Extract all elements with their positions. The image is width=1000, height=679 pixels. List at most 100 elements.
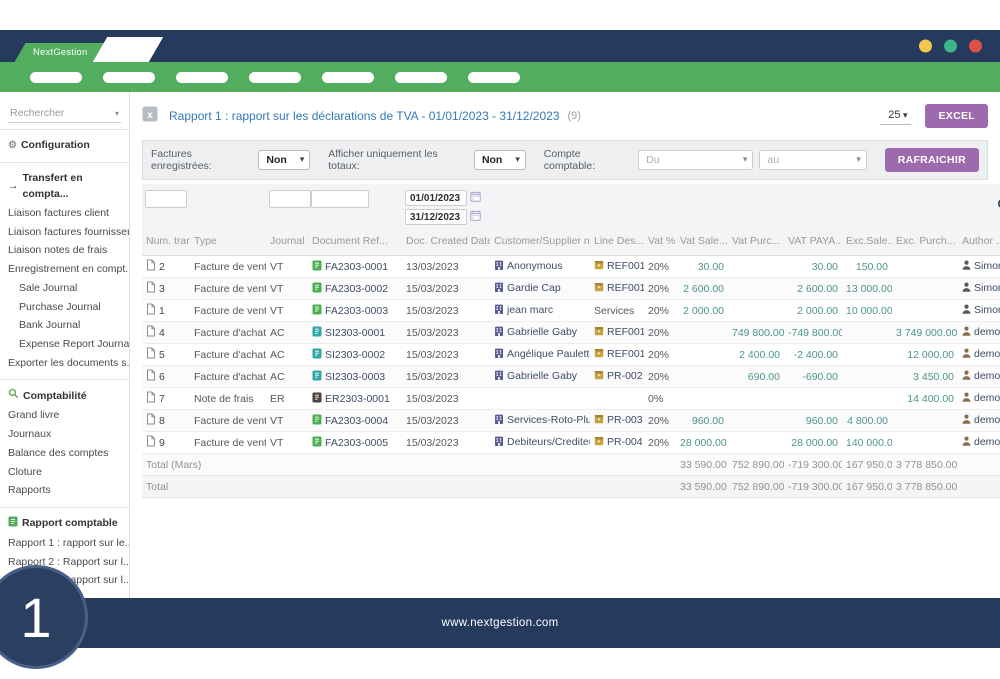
sidebar-item[interactable]: Liaison factures client: [0, 204, 129, 223]
column-header-exc_sale[interactable]: Exc.Sale...: [842, 231, 892, 256]
sidebar-item[interactable]: Journaux: [0, 426, 129, 445]
user-icon: [962, 348, 971, 361]
document-icon: [146, 325, 156, 340]
nav-menu-pill[interactable]: [176, 72, 228, 83]
sidebar-section-header[interactable]: →Transfert en compta...: [0, 169, 129, 205]
cell-customer[interactable]: Anonymous: [490, 256, 590, 278]
column-header-exc_purch[interactable]: Exc. Purch...: [892, 231, 958, 256]
cell-vat_pct: 20%: [644, 432, 676, 454]
cell-num: 8: [142, 410, 190, 432]
sidebar-item[interactable]: Cloture: [0, 463, 129, 482]
column-header-type[interactable]: Type: [190, 231, 266, 256]
account-to-combobox[interactable]: au: [759, 150, 866, 170]
cell-vat_pct: 20%: [644, 300, 676, 322]
date-from-input[interactable]: 01/01/2023: [405, 190, 487, 206]
sidebar-item[interactable]: Rapports: [0, 482, 129, 501]
cell-customer[interactable]: Services-Roto-Plus: [490, 410, 590, 432]
sidebar-item[interactable]: Expense Report Journal: [0, 336, 129, 355]
doc-file-icon: [312, 414, 322, 428]
calendar-icon[interactable]: [470, 210, 481, 224]
nav-menu-pill[interactable]: [103, 72, 155, 83]
journal-filter-input[interactable]: [269, 190, 311, 208]
sidebar-item[interactable]: Exporter les documents s...: [0, 354, 129, 373]
cell-journal: ER: [266, 388, 308, 410]
sidebar-item[interactable]: Liaison notes de frais: [0, 242, 129, 261]
cell-doc_ref[interactable]: FA2303-0003: [308, 300, 402, 322]
sidebar-item[interactable]: Balance des comptes: [0, 444, 129, 463]
column-header-date[interactable]: Doc. Created Date ▼: [402, 231, 490, 256]
cell-doc_ref[interactable]: FA2303-0004: [308, 410, 402, 432]
sidebar-item[interactable]: Grand livre: [0, 407, 129, 426]
column-header-vat_pct[interactable]: Vat %: [644, 231, 676, 256]
cell-customer[interactable]: Gabrielle Gaby: [490, 322, 590, 344]
totals-only-filter-select[interactable]: Non: [474, 150, 526, 170]
cell-customer[interactable]: Gabrielle Gaby: [490, 366, 590, 388]
calendar-icon[interactable]: [470, 191, 481, 205]
cell-customer[interactable]: Debiteurs/Crediteurs: [490, 432, 590, 454]
cell-type: Facture de vente: [190, 278, 266, 300]
nav-menu-pill[interactable]: [30, 72, 82, 83]
cell-customer[interactable]: Gardie Cap: [490, 278, 590, 300]
cell-customer[interactable]: Angélique Paulette: [490, 344, 590, 366]
filter-bar: Factures enregistrées: Non Afficher uniq…: [142, 140, 988, 180]
column-header-customer[interactable]: Customer/Supplier n...: [490, 231, 590, 256]
sidebar-item[interactable]: Liaison factures fournisseur: [0, 223, 129, 242]
sidebar-section-header[interactable]: Rapport comptable: [0, 514, 129, 535]
cell-doc_ref[interactable]: ER2303-0001: [308, 388, 402, 410]
magnifier-icon: [8, 388, 19, 405]
cell-type: Facture d'achat: [190, 366, 266, 388]
cell-vat_purc: 690.00: [728, 366, 784, 388]
docref-filter-input[interactable]: [311, 190, 369, 208]
sidebar-section-header[interactable]: ⚙Configuration: [0, 136, 129, 156]
nav-menu-pill[interactable]: [468, 72, 520, 83]
cell-journal: VT: [266, 410, 308, 432]
excel-export-button[interactable]: EXCEL: [925, 104, 988, 128]
num-filter-input[interactable]: [145, 190, 187, 208]
date-to-input[interactable]: 31/12/2023: [405, 209, 487, 225]
column-header-author[interactable]: Author ...: [958, 231, 1000, 256]
column-header-num[interactable]: Num. tran...: [142, 231, 190, 256]
sidebar-item[interactable]: Purchase Journal: [0, 298, 129, 317]
cell-doc_ref[interactable]: SI2303-0003: [308, 366, 402, 388]
cell-vat_paya: -2 400.00: [784, 344, 842, 366]
cell-exc_purch: [892, 300, 958, 322]
column-header-line_desc[interactable]: Line Des...: [590, 231, 644, 256]
sidebar-item[interactable]: Bank Journal: [0, 317, 129, 336]
account-from-combobox[interactable]: Du: [638, 150, 753, 170]
nav-menu-pill[interactable]: [395, 72, 447, 83]
brand-tab[interactable]: NextGestion: [15, 43, 106, 62]
total-value: -719 300.00: [784, 476, 842, 498]
cell-doc_ref[interactable]: SI2303-0002: [308, 344, 402, 366]
column-header-journal[interactable]: Journal T...: [266, 231, 308, 256]
refresh-button[interactable]: RAFRAICHIR: [885, 148, 979, 172]
cell-doc_ref[interactable]: FA2303-0001: [308, 256, 402, 278]
doc-file-icon: [312, 326, 322, 340]
user-icon: [962, 282, 971, 295]
cell-vat_purc: [728, 410, 784, 432]
column-header-vat_sale[interactable]: Vat Sale...: [676, 231, 728, 256]
sidebar-search-select[interactable]: Rechercher: [8, 104, 121, 123]
column-header-doc_ref[interactable]: Document Ref...: [308, 231, 402, 256]
registered-filter-select[interactable]: Non: [258, 150, 310, 170]
sidebar-item[interactable]: Enregistrement en compt...: [0, 261, 129, 280]
product-box-icon: [594, 282, 604, 295]
page-size-select[interactable]: 25: [880, 107, 911, 125]
cell-doc_ref[interactable]: FA2303-0005: [308, 432, 402, 454]
secondary-tab[interactable]: [93, 37, 163, 62]
sidebar-section-label: Configuration: [21, 138, 90, 154]
yellow-dot-icon[interactable]: [919, 40, 932, 53]
nav-menu-pill[interactable]: [249, 72, 301, 83]
cell-customer[interactable]: jean marc: [490, 300, 590, 322]
sidebar-item[interactable]: Rapport 1 : rapport sur le...: [0, 534, 129, 553]
column-header-vat_purc[interactable]: Vat Purc...: [728, 231, 784, 256]
sidebar-section-header[interactable]: Comptabilité: [0, 386, 129, 407]
red-dot-icon[interactable]: [969, 40, 982, 53]
teal-dot-icon[interactable]: [944, 40, 957, 53]
building-icon: [494, 436, 504, 449]
column-header-vat_paya[interactable]: VAT PAYA...: [784, 231, 842, 256]
sidebar-item[interactable]: Sale Journal: [0, 279, 129, 298]
cell-doc_ref[interactable]: FA2303-0002: [308, 278, 402, 300]
nav-menu-pill[interactable]: [322, 72, 374, 83]
cell-doc_ref[interactable]: SI2303-0001: [308, 322, 402, 344]
cell-vat_purc: [728, 432, 784, 454]
